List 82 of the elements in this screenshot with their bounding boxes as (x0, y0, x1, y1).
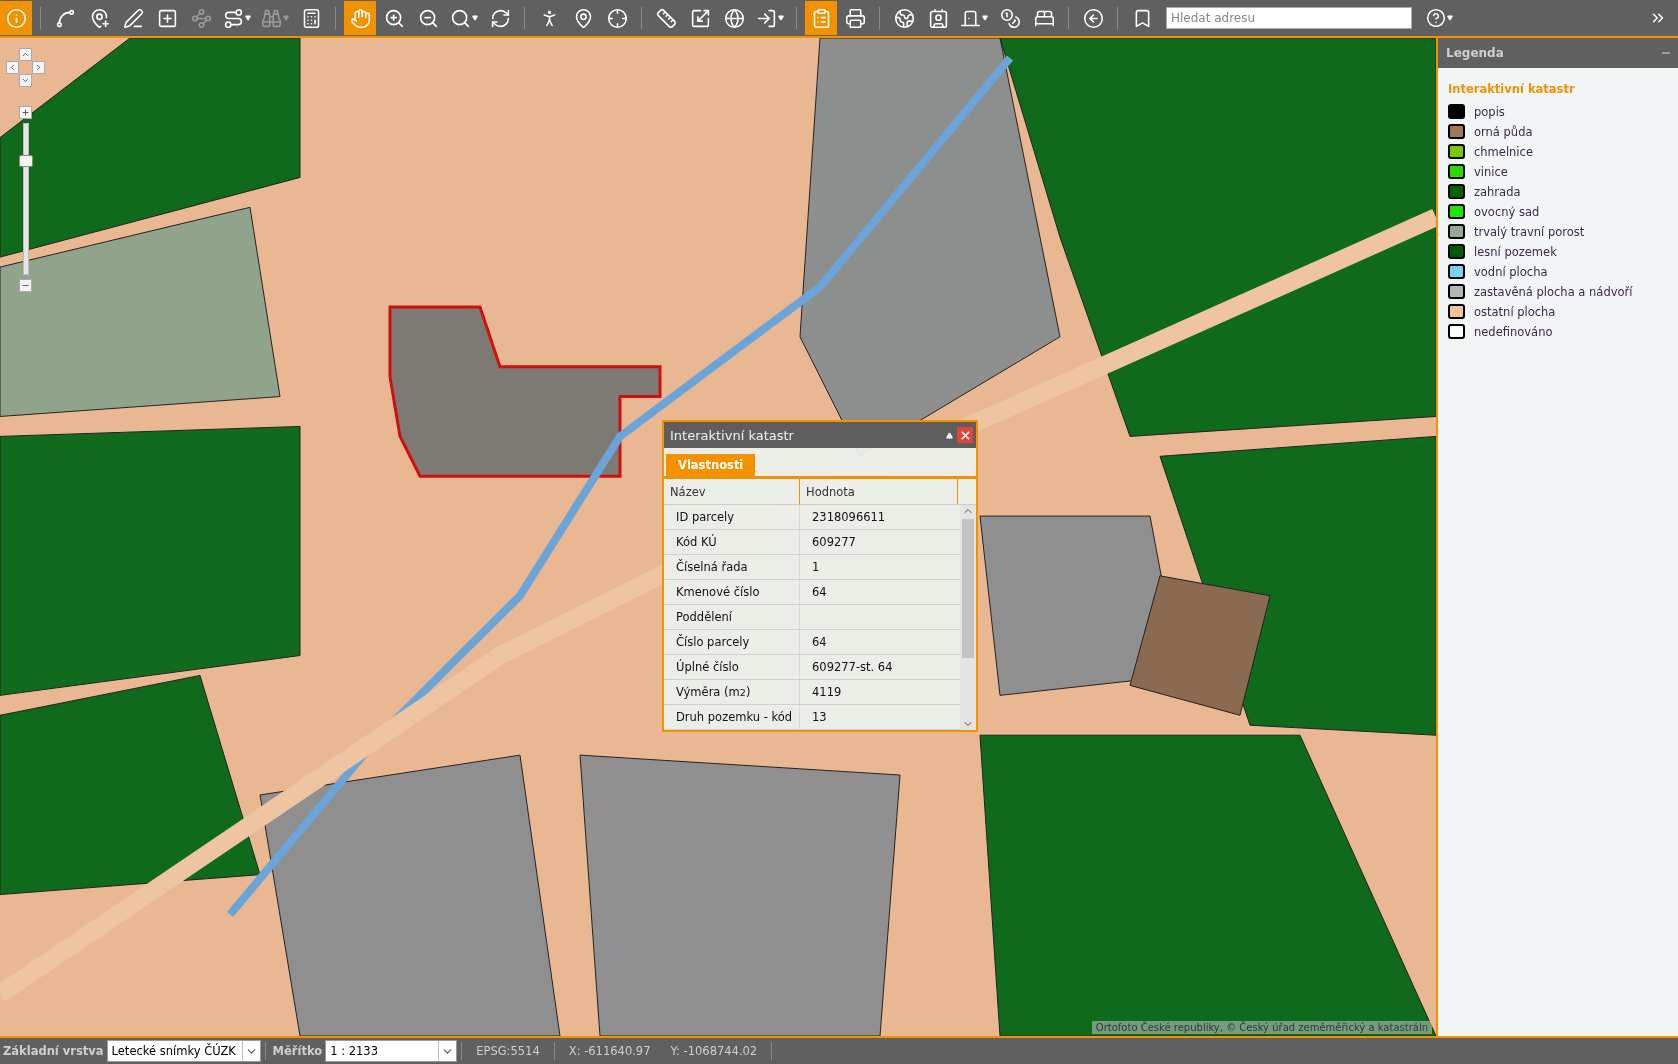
legend-label: orná půda (1474, 124, 1533, 139)
table-cell: Poddělení (664, 605, 800, 629)
legend-label: ovocný sad (1474, 204, 1540, 219)
table-cell-text: 609277-st. 64 (811, 659, 894, 676)
triangle-up-icon (946, 431, 953, 439)
zoom-in-icon (383, 7, 405, 29)
info-icon (5, 7, 27, 29)
projection-text: EPSG:5514 (475, 1044, 541, 1058)
print-icon (844, 7, 866, 29)
caret-icon (472, 15, 478, 21)
caret-icon (778, 15, 784, 21)
scrollbar-thumb[interactable] (962, 519, 974, 658)
close-button[interactable] (957, 427, 973, 443)
column-header: Hodnota (800, 479, 958, 504)
legend-label: nedefinováno (1474, 324, 1553, 339)
legend-label: chmelnice (1474, 144, 1533, 159)
pan-right-button[interactable] (32, 61, 45, 74)
table-cell: Kmenové číslo (664, 580, 800, 604)
table-cell: Úplné číslo (664, 655, 800, 679)
legend-label: lesní pozemek (1474, 244, 1557, 259)
help-icon (1426, 8, 1446, 28)
chevron-up-icon (21, 50, 30, 59)
pan-left-button[interactable] (6, 61, 19, 74)
rectangle-add-icon (156, 7, 178, 29)
pan-down-button[interactable] (19, 74, 32, 87)
chevron-down-icon (21, 76, 30, 85)
table-cell: Kód KÚ (664, 530, 800, 554)
ruler-icon (655, 7, 677, 29)
search-icon (450, 7, 471, 29)
legend-title: Legenda (1446, 46, 1504, 60)
table-cell-text: 1 (811, 559, 821, 576)
zoom-in-button[interactable] (19, 106, 32, 119)
back-icon (1082, 7, 1104, 29)
legend-group-title: Interaktivní katastr (1448, 82, 1576, 96)
legend-label: popis (1474, 104, 1505, 119)
caret-icon (1447, 15, 1453, 21)
table-cell: ID parcely (664, 505, 800, 529)
legend-label: trvalý travní porost (1474, 224, 1585, 239)
legend-label: vinice (1474, 164, 1508, 179)
table-cell: Číslo parcely (664, 630, 800, 654)
base-layer-label: Základní vrstva (2, 1044, 105, 1058)
caret-icon (245, 15, 251, 21)
chevron-right-icon (34, 63, 43, 72)
chevron-left-icon (8, 63, 17, 72)
legend-label: zastavěná plocha a nádvoří (1474, 284, 1633, 299)
caret-icon (283, 15, 289, 21)
table-cell-text: 609277 (811, 534, 857, 551)
route-draw-icon (54, 7, 76, 29)
table-cell-text: 64 (811, 634, 828, 651)
globe-icon (893, 7, 915, 29)
crosshair-icon (606, 7, 628, 29)
table-cell-text: 2318096611 (811, 509, 887, 526)
address-search-field[interactable]: Hledat adresu (1166, 7, 1412, 29)
hand-icon (349, 7, 371, 29)
zoom-out-icon (417, 7, 439, 29)
column-header: Název (664, 479, 800, 504)
zoom-out-button[interactable] (19, 279, 32, 292)
binoculars-icon (261, 7, 282, 29)
map-attribution: Ortofoto České republiky, © Český úřad zeměměřický a katastráln (1091, 1021, 1432, 1034)
plus-icon (21, 108, 30, 117)
caret-icon (982, 15, 988, 21)
table-cell-text: 13 (811, 709, 828, 726)
scale-label: Měřítko (271, 1044, 324, 1058)
legend-label: zahrada (1474, 184, 1521, 199)
legend-label: ostatní plocha (1474, 304, 1556, 319)
y-coordinate: Y: -1068744.02 (669, 1044, 759, 1058)
legend-label: vodní plocha (1474, 264, 1548, 279)
globe-icon (723, 7, 745, 29)
base-layer-select[interactable]: Letecké snímky ČÚZK (106, 1040, 261, 1062)
table-cell-text: 64 (811, 584, 828, 601)
scale-select[interactable]: 1 : 2133 (325, 1040, 458, 1062)
import-icon (756, 7, 777, 29)
close-icon (958, 428, 972, 442)
collapse-button[interactable] (946, 431, 953, 439)
coins-icon (999, 7, 1021, 29)
popup-title: Interaktivní katastr (670, 427, 794, 443)
refresh-icon (489, 7, 511, 29)
x-coordinate: X: -611640.97 (567, 1044, 652, 1058)
table-cell: Druh pozemku - kód (664, 705, 800, 729)
table-cell-text: 4119 (811, 684, 843, 701)
table-cell: Číselná řada (664, 555, 800, 579)
pan-up-button[interactable] (19, 48, 32, 61)
